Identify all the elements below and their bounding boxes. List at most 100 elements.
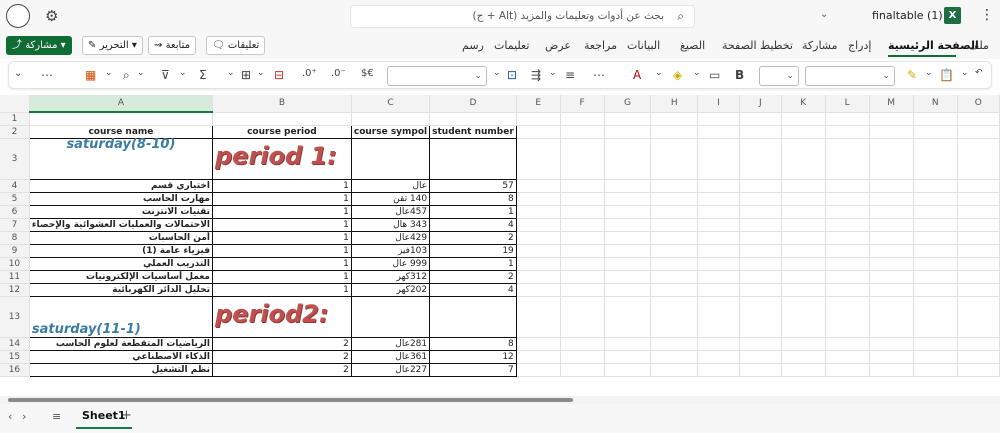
cell-period-title[interactable]: period2: <box>211 295 352 338</box>
cell[interactable] <box>957 270 1000 284</box>
cell[interactable] <box>516 205 561 219</box>
cell[interactable] <box>604 231 652 245</box>
cell[interactable] <box>913 192 958 206</box>
cell[interactable] <box>429 112 517 126</box>
cell[interactable] <box>650 138 699 180</box>
row-header[interactable]: 2 <box>0 125 30 139</box>
cell[interactable] <box>825 218 870 232</box>
cell[interactable] <box>560 363 605 377</box>
cell[interactable] <box>516 125 561 139</box>
cell[interactable] <box>869 270 914 284</box>
column-header[interactable]: H <box>650 95 699 113</box>
cell[interactable] <box>869 218 914 232</box>
cell[interactable] <box>781 218 826 232</box>
cell[interactable] <box>739 363 782 377</box>
account-avatar[interactable] <box>6 4 30 28</box>
cell[interactable] <box>350 137 431 180</box>
horizontal-scrollbar[interactable] <box>0 396 1000 404</box>
chevron-down-icon[interactable]: ⌄ <box>227 68 235 78</box>
cell[interactable] <box>825 257 870 271</box>
cell-course-symbol[interactable]: 429عال <box>350 230 431 245</box>
cell[interactable] <box>650 296 699 338</box>
cell[interactable] <box>781 257 826 271</box>
cell[interactable] <box>957 244 1000 258</box>
cell-course-name[interactable]: فيزياء عامة (1) <box>28 243 213 258</box>
cell[interactable] <box>913 363 958 377</box>
cell[interactable] <box>957 192 1000 206</box>
cell-course-period[interactable]: 1 <box>211 178 352 193</box>
cell[interactable] <box>560 138 605 180</box>
cell[interactable] <box>739 296 782 338</box>
cell[interactable] <box>697 231 740 245</box>
tab-file[interactable]: ملف <box>968 39 989 52</box>
cell[interactable] <box>516 283 561 297</box>
cell-course-period[interactable]: 2 <box>211 349 352 364</box>
cell[interactable] <box>560 231 605 245</box>
tab-view[interactable]: عرض <box>545 39 571 52</box>
column-header[interactable]: M <box>869 95 914 113</box>
cell[interactable] <box>739 179 782 193</box>
cell-course-name[interactable]: نظم التشغيل <box>28 362 213 377</box>
cell-course-period[interactable]: 1 <box>211 282 352 297</box>
chevron-down-icon[interactable]: ⌄ <box>925 68 933 78</box>
cell[interactable] <box>957 138 1000 180</box>
cell[interactable] <box>781 125 826 139</box>
row-header[interactable]: 7 <box>0 218 30 232</box>
cell[interactable] <box>560 112 605 126</box>
cell[interactable] <box>957 337 1000 351</box>
cell[interactable] <box>913 138 958 180</box>
file-name[interactable]: finaltable (1) <box>872 9 943 22</box>
cell-course-period-header[interactable]: course period <box>211 124 352 139</box>
cell[interactable] <box>913 244 958 258</box>
cell[interactable] <box>351 112 431 126</box>
decrease-decimal-icon[interactable]: .0⁻ <box>331 68 346 79</box>
wrap-text-icon[interactable]: ⇶ <box>531 68 541 82</box>
cell[interactable] <box>869 179 914 193</box>
column-header[interactable]: N <box>913 95 958 113</box>
cell[interactable] <box>650 231 699 245</box>
cell[interactable] <box>516 270 561 284</box>
cell[interactable] <box>739 192 782 206</box>
cell[interactable] <box>650 270 699 284</box>
cell[interactable] <box>650 192 699 206</box>
cell-table[interactable]: A B C D E F G H I J K L M N O 1 2 course … <box>0 95 1000 377</box>
cell-student-number[interactable]: 1 <box>429 256 517 271</box>
cell[interactable] <box>957 283 1000 297</box>
cell[interactable] <box>697 296 740 338</box>
cell[interactable] <box>869 125 914 139</box>
add-sheet-button[interactable]: + <box>121 408 132 423</box>
cell[interactable] <box>739 231 782 245</box>
cell-course-name[interactable]: التدريب العملي <box>28 256 213 271</box>
cell-student-number[interactable]: 19 <box>429 243 517 258</box>
borders-icon[interactable]: ▭ <box>709 68 720 82</box>
cell[interactable] <box>913 112 958 126</box>
cell[interactable] <box>781 363 826 377</box>
cell[interactable] <box>604 205 652 219</box>
cell[interactable] <box>516 296 561 338</box>
app-launcher-icon[interactable]: ⋮⋮ <box>980 7 1000 23</box>
cell[interactable] <box>825 337 870 351</box>
cell[interactable] <box>650 363 699 377</box>
cell[interactable] <box>869 112 914 126</box>
cell[interactable] <box>560 192 605 206</box>
cell-course-period[interactable]: 1 <box>211 230 352 245</box>
row-header[interactable]: 10 <box>0 257 30 271</box>
row-header[interactable]: 15 <box>0 350 30 364</box>
cell[interactable] <box>957 179 1000 193</box>
cell[interactable] <box>516 192 561 206</box>
more-options-icon[interactable]: ⋯ <box>593 68 605 82</box>
cell[interactable] <box>781 283 826 297</box>
cell[interactable] <box>957 350 1000 364</box>
cell[interactable] <box>650 205 699 219</box>
column-header[interactable]: C <box>351 95 431 113</box>
cell-student-number-header[interactable]: student number <box>429 124 517 139</box>
cell[interactable] <box>913 125 958 139</box>
column-header[interactable]: E <box>516 95 561 113</box>
cell[interactable] <box>825 270 870 284</box>
cell-course-name[interactable]: الرياضيات المتقطعة لعلوم الحاسب <box>28 336 213 351</box>
cell-course-period[interactable]: 1 <box>211 217 352 232</box>
cell[interactable] <box>516 138 561 180</box>
cell[interactable] <box>825 125 870 139</box>
cell-course-name[interactable]: تقنيات الانترنت <box>28 204 213 219</box>
cell-student-number[interactable]: 8 <box>429 191 517 206</box>
